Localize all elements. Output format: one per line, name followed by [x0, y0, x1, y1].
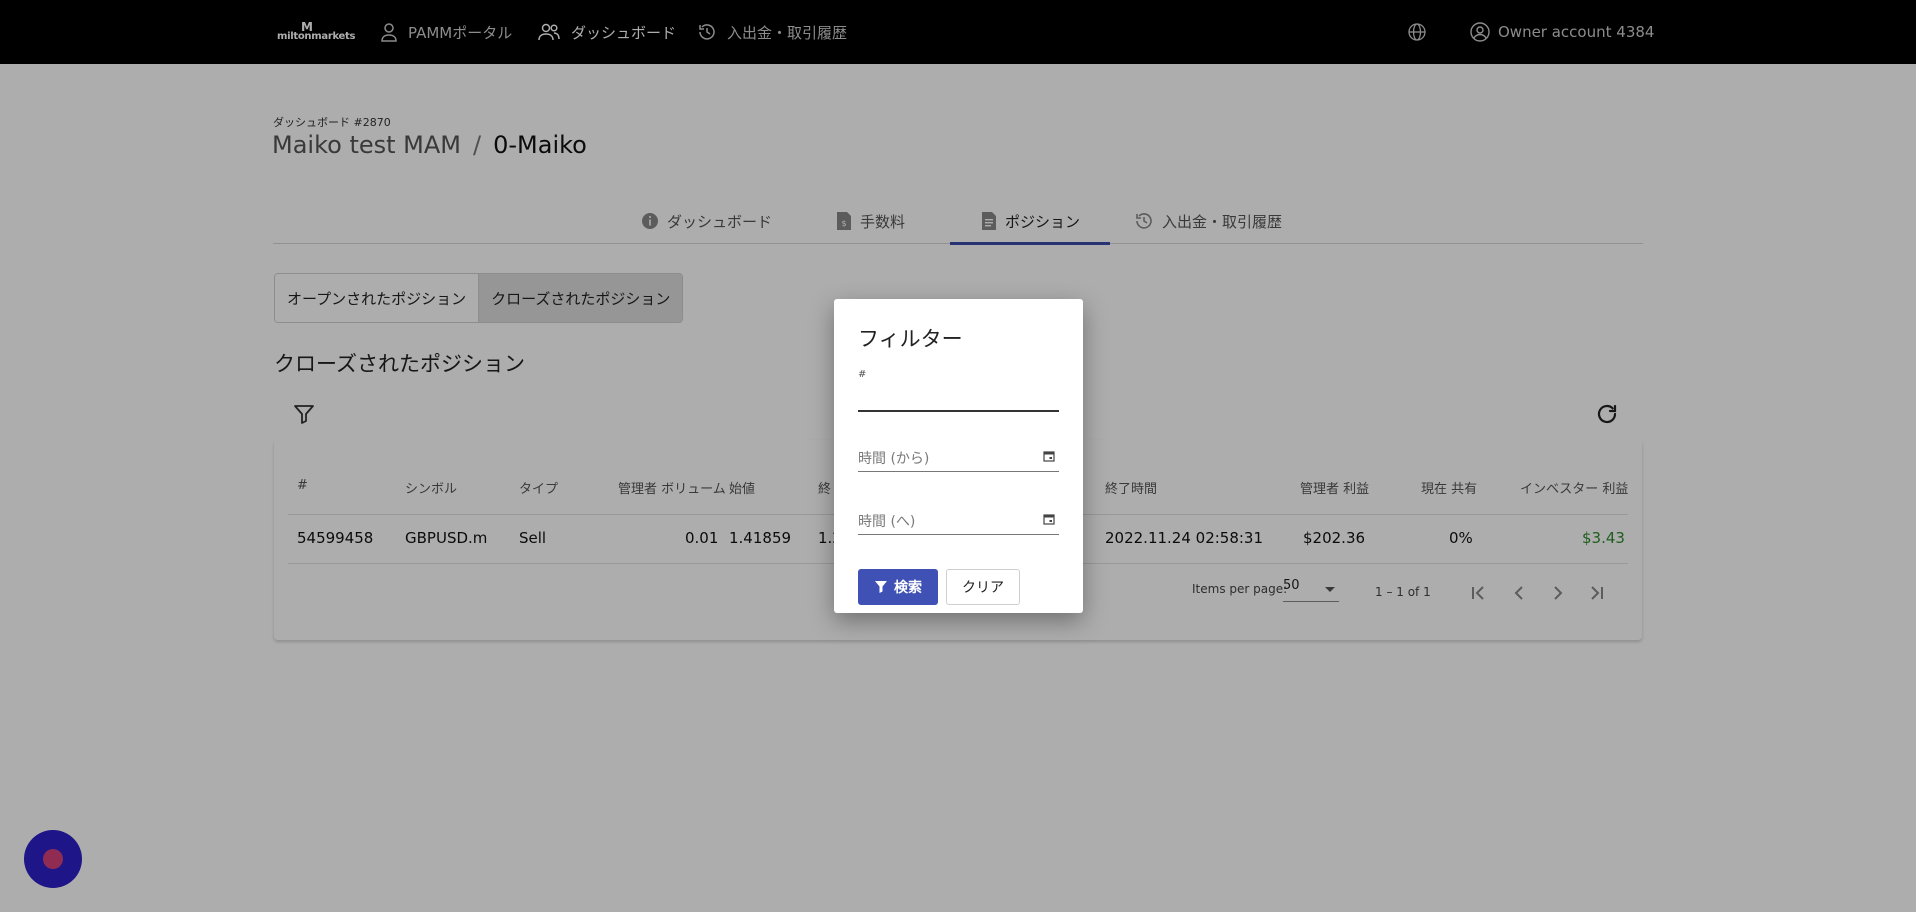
time-to-placeholder: 時間 (へ) — [858, 514, 916, 530]
calendar-icon[interactable] — [1043, 513, 1055, 525]
clear-button[interactable]: クリア — [946, 569, 1020, 605]
time-from-placeholder: 時間 (から) — [858, 451, 930, 467]
id-field[interactable]: # — [858, 369, 1059, 412]
search-button[interactable]: 検索 — [858, 569, 938, 605]
time-to-field[interactable]: 時間 (へ) — [858, 510, 1059, 540]
search-button-label: 検索 — [894, 580, 922, 596]
time-from-underline — [858, 471, 1059, 472]
id-field-underline — [858, 410, 1059, 412]
time-to-underline — [858, 534, 1059, 535]
id-field-label: # — [858, 369, 867, 380]
filter-dialog: フィルター # 時間 (から) 時間 (へ) 検索 クリア — [834, 299, 1083, 613]
filter-icon — [875, 581, 887, 593]
calendar-icon[interactable] — [1043, 450, 1055, 462]
time-from-field[interactable]: 時間 (から) — [858, 447, 1059, 477]
dialog-title: フィルター — [858, 327, 963, 351]
